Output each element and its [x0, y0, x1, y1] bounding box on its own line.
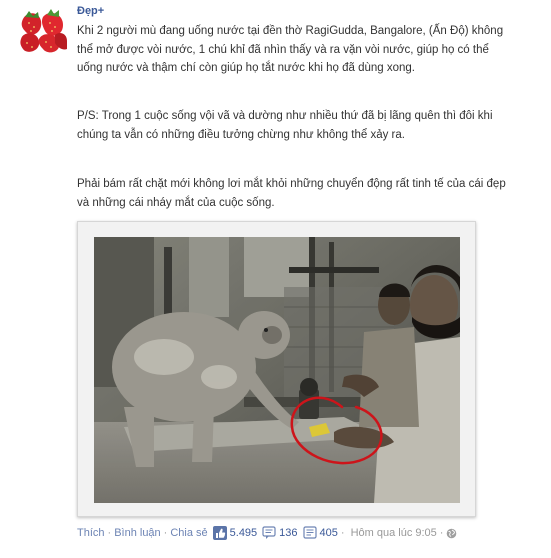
strawberry-avatar-icon: [17, 5, 67, 55]
likes-count[interactable]: 5.495: [212, 526, 258, 540]
comment-link[interactable]: Bình luận: [114, 527, 160, 539]
thumbs-up-icon: [212, 526, 227, 540]
share-icon: [302, 526, 317, 540]
likes-count-value: 5.495: [229, 527, 258, 539]
post-photo-frame[interactable]: [77, 221, 476, 517]
shares-count-value: 405: [319, 527, 338, 539]
separator: ·: [340, 527, 345, 539]
comment-bubble-icon: [262, 526, 276, 540]
comments-count-value: 136: [279, 527, 298, 539]
post-action-bar: Thích · Bình luận · Chia sẻ 5.495 136 40…: [77, 525, 457, 541]
globe-icon[interactable]: [446, 528, 457, 539]
photo-illustration: [94, 237, 460, 503]
page-avatar[interactable]: [17, 5, 67, 55]
like-link[interactable]: Thích: [77, 527, 105, 539]
page-name-link[interactable]: Đẹp+: [77, 5, 104, 17]
separator: ·: [439, 527, 444, 539]
comments-count[interactable]: 136: [262, 526, 298, 540]
post-paragraph-1: Khi 2 người mù đang uống nước tại đền th…: [77, 25, 504, 74]
post-timestamp[interactable]: Hôm qua lúc 9:05: [351, 527, 437, 539]
facebook-post: Đẹp+ Khi 2 người mù đang uống nước tại đ…: [0, 0, 551, 558]
post-paragraph-2: P/S: Trong 1 cuộc sống vội vã và dường n…: [77, 110, 493, 141]
share-link[interactable]: Chia sẻ: [170, 527, 207, 539]
post-paragraph-3: Phải bám rất chặt mới không lơi mắt khỏi…: [77, 178, 506, 209]
separator: ·: [107, 527, 112, 539]
monkey-opening-tap-photo: [94, 237, 460, 503]
separator: ·: [163, 527, 168, 539]
shares-count[interactable]: 405: [302, 526, 338, 540]
